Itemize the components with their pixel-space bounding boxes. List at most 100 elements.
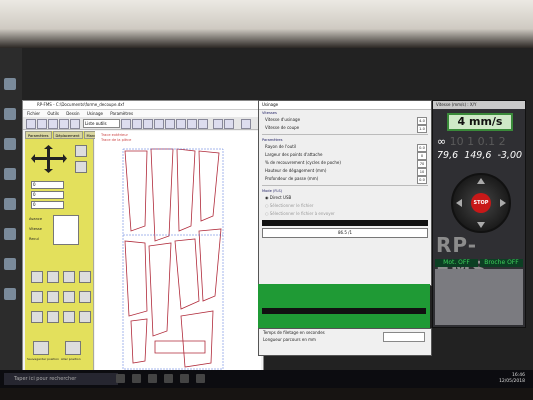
motor-status[interactable]: Mot. OFF: [435, 259, 478, 267]
menu-file[interactable]: Fichier: [27, 111, 40, 116]
store-icon[interactable]: [164, 374, 173, 383]
zoom-out-icon[interactable]: [165, 119, 175, 129]
menu-settings[interactable]: Paramètres: [110, 111, 133, 116]
side-tabs: Paramètres Déplacement Manuel: [25, 131, 103, 139]
pen-icon[interactable]: [241, 119, 251, 129]
tab-parameters[interactable]: Paramètres: [25, 131, 52, 139]
tool-icon[interactable]: [47, 311, 59, 323]
z-down-button[interactable]: [75, 161, 87, 173]
tab-move[interactable]: Déplacement: [52, 131, 83, 139]
desktop-icon[interactable]: [4, 228, 16, 240]
select-icon[interactable]: [143, 119, 153, 129]
param-row: % de recouvrement (cycles de poche) 70: [259, 159, 431, 168]
arrow-down-icon[interactable]: [477, 222, 485, 228]
zoom-fit-icon[interactable]: [176, 119, 186, 129]
spindle-status[interactable]: Broche OFF: [480, 259, 523, 267]
desktop-icon[interactable]: [4, 288, 16, 300]
stop-button[interactable]: STOP: [471, 193, 491, 213]
edge-icon[interactable]: [132, 374, 141, 383]
desktop-icon[interactable]: [4, 198, 16, 210]
image-icon[interactable]: [213, 119, 223, 129]
step-1[interactable]: 1: [467, 135, 474, 148]
zoom-window-icon[interactable]: [187, 119, 197, 129]
menu-draw[interactable]: Dessin: [66, 111, 79, 116]
grid-icon[interactable]: [132, 119, 142, 129]
param-row: Rayon de l'outil 0.0: [259, 143, 431, 152]
app-icon[interactable]: [196, 374, 205, 383]
tool-icon[interactable]: [31, 311, 43, 323]
progress-value: 86.5 /1: [262, 228, 428, 238]
tool-select[interactable]: Liste outils: [83, 119, 120, 128]
machining-stats: Temps de filetage en secondes Longueur p…: [258, 328, 432, 356]
tool-icon[interactable]: [63, 311, 75, 323]
position-field[interactable]: 0: [31, 201, 64, 209]
divider: [262, 185, 428, 186]
layer-label: Trace de la pièce: [101, 138, 132, 142]
save-icon[interactable]: [37, 119, 47, 129]
step-0-1[interactable]: 0.1: [478, 135, 496, 148]
print-icon[interactable]: [48, 119, 58, 129]
row-value-input[interactable]: 1.0: [417, 125, 427, 133]
explorer-icon[interactable]: [148, 374, 157, 383]
step-selector[interactable]: ∞ 10 1 0.1 2: [437, 135, 506, 148]
arrow-up-icon[interactable]: [477, 178, 485, 184]
drawing-canvas[interactable]: Trace extérieur Trace de la pièce: [95, 131, 261, 377]
z-up-button[interactable]: [75, 145, 87, 157]
run-button[interactable]: [258, 284, 430, 328]
save-position-button[interactable]: [33, 341, 49, 355]
toolbar: Liste outils: [23, 117, 263, 130]
arrow-right-icon: [63, 154, 67, 163]
arrow-right-icon[interactable]: [500, 199, 506, 207]
param-row: Hauteur de dégagement (mm) 10: [259, 167, 431, 176]
undo-icon[interactable]: [59, 119, 69, 129]
row-label: Vitesse d'usinage: [265, 117, 301, 122]
tool-icon[interactable]: [47, 291, 59, 303]
step-10[interactable]: 10: [450, 135, 464, 148]
step-2[interactable]: 2: [499, 135, 506, 148]
tool-icon[interactable]: [79, 291, 91, 303]
taskbar-search[interactable]: Taper ici pour rechercher: [4, 373, 118, 385]
settings-icon[interactable]: [70, 119, 80, 129]
zoom-in-icon[interactable]: [154, 119, 164, 129]
step-infinite[interactable]: ∞: [437, 135, 446, 148]
radio-select-file[interactable]: ○ Sélectionner le fichier: [259, 202, 431, 210]
desktop-icon[interactable]: [4, 168, 16, 180]
tool-icon[interactable]: [63, 271, 75, 283]
row-label: Largeur des points d'attache: [265, 152, 323, 157]
status-bar: [262, 308, 426, 314]
arrow-left-icon: [31, 154, 35, 163]
row-value-input[interactable]: 0.0: [417, 176, 427, 184]
position-field[interactable]: 0: [31, 191, 64, 199]
tool-icon[interactable]: [31, 271, 43, 283]
open-icon[interactable]: [26, 119, 36, 129]
tool-icon[interactable]: [63, 291, 75, 303]
measure-icon[interactable]: [198, 119, 208, 129]
goto-position-button[interactable]: [65, 341, 81, 355]
menu-machining[interactable]: Usinage: [87, 111, 103, 116]
tool-icon[interactable]: [47, 271, 59, 283]
system-clock[interactable]: 16:46 12/05/2018: [499, 373, 525, 385]
radio-label: Sélectionner le fichier: [269, 203, 314, 208]
desktop-icon[interactable]: [4, 108, 16, 120]
radio-label: Sélectionner le fichier à envoyer: [269, 211, 335, 216]
move-icon[interactable]: [121, 119, 131, 129]
coord-x: 79,6: [437, 150, 459, 161]
tool-icon[interactable]: [31, 291, 43, 303]
app-icon[interactable]: [180, 374, 189, 383]
arrow-down-icon: [44, 169, 53, 173]
radio-select-send-file[interactable]: ○ Sélectionner le fichier à envoyer: [259, 210, 431, 218]
desktop-icon[interactable]: [4, 78, 16, 90]
step-grid[interactable]: [53, 215, 79, 245]
position-field[interactable]: 0: [31, 181, 64, 189]
menu-tools[interactable]: Outils: [47, 111, 59, 116]
text-icon[interactable]: [224, 119, 234, 129]
desktop-icon[interactable]: [4, 138, 16, 150]
radio-direct-usb[interactable]: ◉ Direct USB: [259, 194, 431, 202]
jog-arrows[interactable]: [31, 145, 67, 173]
tool-icon[interactable]: [79, 311, 91, 323]
arrow-left-icon[interactable]: [456, 199, 462, 207]
task-view-icon[interactable]: [116, 374, 125, 383]
tool-icon[interactable]: [79, 271, 91, 283]
desktop-icon[interactable]: [4, 258, 16, 270]
jog-joystick[interactable]: STOP: [451, 173, 511, 233]
